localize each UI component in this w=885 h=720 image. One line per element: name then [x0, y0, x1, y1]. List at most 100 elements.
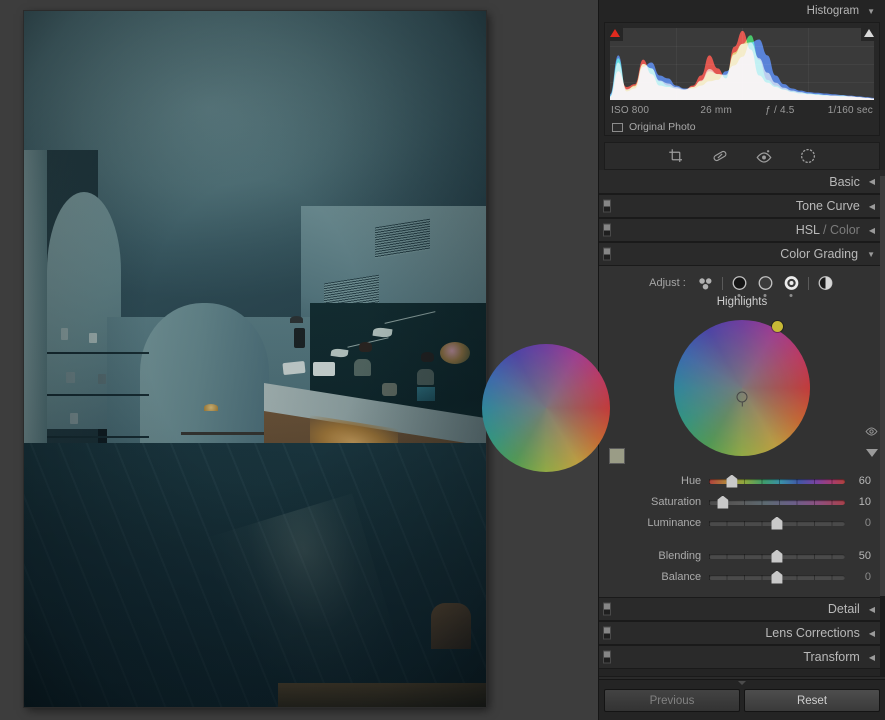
histogram-exif-row: ISO 800 26 mm ƒ / 4.5 1/160 sec [611, 103, 873, 117]
section-title-lens-corrections: Lens Corrections [765, 626, 860, 640]
section-header-detail[interactable]: Detail ◀ [599, 597, 885, 621]
section-header-transform[interactable]: Transform ◀ [599, 645, 885, 669]
slider-value-saturation[interactable]: 10 [845, 496, 885, 508]
adjust-shadows-icon[interactable] [730, 274, 749, 297]
chevron-down-icon[interactable]: ▼ [867, 7, 875, 16]
slider-value-blending[interactable]: 50 [845, 550, 885, 562]
histogram-panel[interactable]: ISO 800 26 mm ƒ / 4.5 1/160 sec Original… [604, 22, 880, 136]
section-twisty-basic[interactable]: ◀ [869, 177, 875, 186]
section-header-basic[interactable]: Basic ◀ [599, 170, 885, 194]
slider-track-hue[interactable] [709, 474, 845, 488]
histogram-plot[interactable] [610, 28, 874, 100]
slider-knob-blending[interactable] [771, 549, 783, 563]
adjust-separator-left [721, 276, 723, 290]
section-twisty-tone-curve[interactable]: ◀ [869, 202, 875, 211]
slider-knob-saturation[interactable] [717, 495, 729, 509]
section-enable-switch[interactable] [603, 650, 611, 664]
exif-aperture: ƒ / 4.5 [765, 104, 795, 116]
adjust-separator-right [807, 276, 809, 290]
section-title-basic: Basic [829, 174, 860, 189]
slider-knob-balance[interactable] [771, 570, 783, 584]
section-enable-switch[interactable] [603, 223, 611, 237]
photo-frame[interactable] [24, 11, 486, 707]
section-twisty-hsl-color[interactable]: ◀ [869, 226, 875, 235]
section-twisty-color-grading[interactable]: ▼ [867, 250, 875, 259]
checkbox-icon[interactable] [612, 122, 623, 132]
color-wheel-center-marker [736, 391, 748, 403]
original-photo-toggle[interactable]: Original Photo [612, 121, 696, 133]
adjust-mode-row: Adjust : [599, 272, 885, 297]
active-wheel-title: Highlights [716, 296, 768, 308]
develop-right-panel: Histogram ▼ ISO 800 26 mm ƒ / 4.5 1/160 … [482, 0, 885, 720]
slider-track-blending[interactable] [709, 549, 845, 563]
red-eye-correction-icon[interactable] [755, 147, 773, 165]
section-twisty-lens-corrections[interactable]: ◀ [869, 629, 875, 638]
color-wheel-highlights[interactable] [674, 320, 810, 456]
panel-scrollbar-thumb[interactable] [880, 176, 885, 596]
triangle-down-icon[interactable] [865, 449, 878, 457]
panel-scrollbar[interactable] [880, 176, 885, 676]
slider-track-luminance[interactable] [709, 516, 845, 530]
shadow-clipping-button[interactable] [607, 25, 623, 41]
crop-overlay-icon[interactable] [667, 147, 685, 165]
color-grading-global-sliders: Blending 50 Balance 0 [599, 546, 885, 587]
section-enable-switch[interactable] [603, 199, 611, 213]
color-wheel-side-controls [865, 424, 878, 457]
slider-value-hue[interactable]: 60 [845, 475, 885, 487]
slider-saturation[interactable]: Saturation 10 [599, 492, 885, 512]
highlight-clipping-button[interactable] [861, 25, 877, 41]
section-header-tone-curve[interactable]: Tone Curve ◀ [599, 194, 885, 218]
lightroom-develop-window: Histogram ▼ ISO 800 26 mm ƒ / 4.5 1/160 … [0, 0, 885, 720]
color-grading-swatch[interactable] [609, 448, 625, 464]
color-wheel-adjacent-partial[interactable] [482, 344, 610, 472]
section-enable-switch[interactable] [603, 247, 611, 261]
slider-track-balance[interactable] [709, 570, 845, 584]
color-grading-body: Adjust : Highlights Hue 60 Saturation 10… [482, 266, 885, 597]
adjust-midtones-icon[interactable] [756, 274, 775, 297]
panel-sections-top: Basic ◀ Tone Curve ◀ HSL / Color ◀ Color Gradi… [599, 170, 885, 266]
slider-label-hue: Hue [681, 475, 702, 487]
section-title-transform: Transform [803, 650, 860, 664]
section-enable-switch[interactable] [603, 626, 611, 640]
section-header-color-grading[interactable]: Color Grading ▼ [599, 242, 885, 266]
histogram-curves [610, 30, 874, 100]
exif-shutter-speed: 1/160 sec [827, 104, 873, 116]
slider-value-luminance[interactable]: 0 [845, 517, 885, 529]
photo-vignette [24, 11, 486, 707]
section-enable-switch[interactable] [603, 602, 611, 616]
section-twisty-transform[interactable]: ◀ [869, 653, 875, 662]
section-title-color-grading: Color Grading [780, 247, 859, 261]
slider-knob-hue[interactable] [726, 474, 738, 488]
masking-icon[interactable] [799, 147, 817, 165]
exif-focal-length: 26 mm [700, 104, 732, 116]
slider-knob-luminance[interactable] [771, 516, 783, 530]
slider-value-balance[interactable]: 0 [845, 571, 885, 583]
reset-button[interactable]: Reset [744, 689, 880, 712]
develop-toolstrip[interactable] [604, 142, 880, 170]
slider-luminance[interactable]: Luminance 0 [599, 513, 885, 533]
panel-sections-bottom: Detail ◀ Lens Corrections ◀ Transform ◀ [599, 597, 885, 669]
section-header-lens-corrections[interactable]: Lens Corrections ◀ [599, 621, 885, 645]
section-header-hsl-color[interactable]: HSL / Color ◀ [599, 218, 885, 242]
slider-ticks [709, 499, 845, 505]
slider-hue[interactable]: Hue 60 [599, 471, 885, 491]
panel-footer: Previous Reset [599, 676, 885, 720]
photo-preview[interactable] [24, 11, 486, 707]
section-title-tone-curve: Tone Curve [795, 199, 860, 213]
adjust-global-icon[interactable] [816, 274, 835, 293]
panel-collapse-handle[interactable] [599, 680, 885, 686]
slider-balance[interactable]: Balance 0 [599, 567, 885, 587]
histogram-header[interactable]: Histogram ▼ [599, 0, 885, 22]
adjust-all-icon[interactable] [696, 274, 715, 293]
slider-blending[interactable]: Blending 50 [599, 546, 885, 566]
previous-button[interactable]: Previous [604, 689, 740, 712]
slider-track-saturation[interactable] [709, 495, 845, 509]
slider-label-balance: Balance [661, 571, 702, 583]
spot-removal-icon[interactable] [711, 147, 729, 165]
eye-icon[interactable] [865, 424, 878, 442]
adjust-highlights-icon[interactable] [782, 274, 801, 297]
section-twisty-detail[interactable]: ◀ [869, 605, 875, 614]
exif-iso: ISO 800 [611, 104, 650, 116]
original-photo-label: Original Photo [629, 121, 696, 133]
color-wheel-handle[interactable] [771, 321, 783, 333]
